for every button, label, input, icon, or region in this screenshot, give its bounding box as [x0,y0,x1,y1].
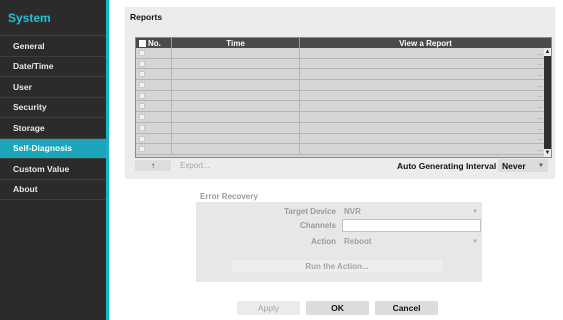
ok-button[interactable]: OK [306,301,369,315]
table-row[interactable]: ... [136,144,545,155]
view-report-button[interactable]: ... [538,115,543,121]
view-report-button[interactable]: ... [538,104,543,110]
error-recovery-panel: Target Device NVR ▼ Channels Action Rebo… [196,202,482,282]
target-device-select[interactable]: NVR [344,207,361,216]
sidebar-item-datetime[interactable]: Date/Time [0,57,106,77]
scroll-up-arrow-icon[interactable]: ▲ [544,48,551,56]
auto-interval-label: Auto Generating Interval [397,160,497,171]
select-all-checkbox[interactable] [139,39,146,47]
arrow-up-icon: ↑ [151,161,155,170]
row-checkbox[interactable] [139,71,145,78]
table-rows: ... ... ... ... ... ... ... ... ... ... [136,48,545,155]
channels-field[interactable] [342,219,481,232]
view-report-button[interactable]: ... [538,93,543,99]
table-row[interactable]: ... [136,48,545,59]
view-report-button[interactable]: ... [538,72,543,78]
auto-interval-value: Never [502,160,526,171]
view-report-button[interactable]: ... [538,51,543,57]
auto-interval-select[interactable]: Never ▼ [498,159,548,172]
row-checkbox[interactable] [139,135,145,142]
sidebar-item-custom-value[interactable]: Custom Value [0,159,106,180]
reports-panel: Reports No. Time View a Report ... ... .… [125,7,555,179]
table-row[interactable]: ... [136,80,545,91]
move-up-button[interactable]: ↑ [135,160,171,171]
row-checkbox[interactable] [139,103,145,110]
sidebar: System General Date/Time User Security S… [0,0,109,320]
action-label: Action [311,237,336,246]
channels-label: Channels [299,221,336,230]
cancel-button[interactable]: Cancel [375,301,438,315]
reports-title: Reports [130,12,163,22]
row-checkbox[interactable] [139,124,145,131]
view-report-button[interactable]: ... [538,147,543,153]
column-no-label: No. [148,38,161,48]
row-checkbox[interactable] [139,92,145,99]
table-row[interactable]: ... [136,69,545,81]
table-row[interactable]: ... [136,101,545,113]
view-report-button[interactable]: ... [538,83,543,89]
chevron-down-icon: ▼ [472,209,478,215]
reports-table: No. Time View a Report ... ... ... ... .… [135,37,552,158]
sidebar-item-storage[interactable]: Storage [0,118,106,139]
sidebar-title: System [0,0,106,36]
sidebar-item-about[interactable]: About [0,180,106,200]
apply-button[interactable]: Apply [237,301,300,315]
chevron-down-icon: ▼ [538,162,544,169]
chevron-down-icon: ▼ [472,239,478,245]
table-row[interactable]: ... [136,133,545,145]
column-no: No. [136,38,172,48]
run-action-button[interactable]: Run the Action... [232,260,442,272]
view-report-button[interactable]: ... [538,136,543,142]
error-recovery-title: Error Recovery [200,192,258,201]
sidebar-item-user[interactable]: User [0,77,106,98]
column-view-report[interactable]: View a Report [300,38,551,48]
row-checkbox[interactable] [139,50,145,56]
table-row[interactable]: ... [136,122,545,134]
table-scrollbar[interactable]: ▲ ▼ [544,48,551,157]
action-select[interactable]: Reboot [344,237,372,246]
sidebar-item-security[interactable]: Security [0,98,106,118]
view-report-button[interactable]: ... [538,126,543,132]
row-checkbox[interactable] [139,114,145,121]
main-panel: Reports No. Time View a Report ... ... .… [110,0,563,320]
export-button[interactable]: Export... [180,160,220,171]
sidebar-item-general[interactable]: General [0,36,106,57]
view-report-button[interactable]: ... [538,61,543,67]
row-checkbox[interactable] [139,60,145,67]
table-row[interactable]: ... [136,90,545,102]
scroll-down-arrow-icon[interactable]: ▼ [544,149,551,157]
row-checkbox[interactable] [139,82,145,89]
sidebar-item-self-diagnosis[interactable]: Self-Diagnosis [0,138,106,159]
row-checkbox[interactable] [139,146,145,153]
table-row[interactable]: ... [136,58,545,70]
target-device-label: Target Device [284,207,336,216]
table-row[interactable]: ... [136,112,545,123]
table-header: No. Time View a Report [136,38,551,48]
column-time[interactable]: Time [172,38,300,48]
